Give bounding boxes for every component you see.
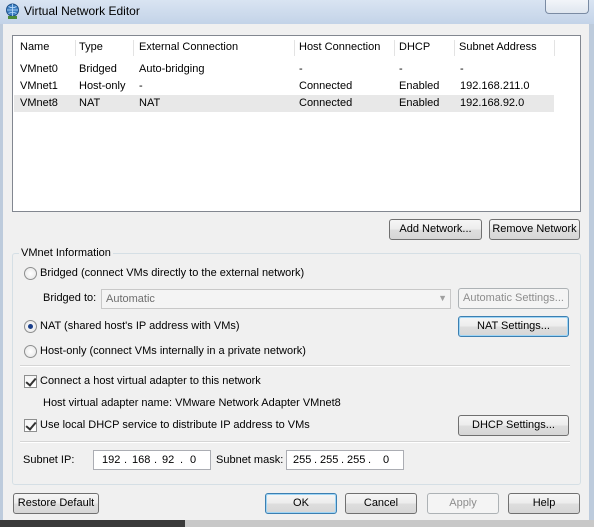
cell-external-connection: NAT bbox=[139, 97, 161, 109]
subnet-ip-octet-1: 192 bbox=[102, 454, 121, 466]
table-row-vmnet1[interactable]: VMnet1 Host-only - Connected Enabled 192… bbox=[14, 78, 554, 95]
cell-name: VMnet8 bbox=[20, 97, 58, 109]
bridged-to-select[interactable]: Automatic ▼ bbox=[101, 289, 451, 309]
column-header-external-connection[interactable]: External Connection bbox=[139, 41, 238, 55]
column-divider[interactable] bbox=[133, 40, 134, 56]
cell-dhcp: Enabled bbox=[399, 97, 440, 109]
add-network-button[interactable]: Add Network... bbox=[389, 219, 482, 240]
host-only-label[interactable]: Host-only (connect VMs internally in a p… bbox=[40, 345, 306, 357]
cancel-button[interactable]: Cancel bbox=[345, 493, 417, 514]
subnet-ip-octet-4: 0 bbox=[190, 454, 197, 466]
cell-dhcp: - bbox=[399, 63, 403, 75]
subnet-ip-octet-3: 92 bbox=[162, 454, 175, 466]
dhcp-settings-button[interactable]: DHCP Settings... bbox=[458, 415, 569, 436]
cell-subnet-address: - bbox=[460, 63, 464, 75]
ok-button[interactable]: OK bbox=[265, 493, 337, 514]
chevron-down-icon: ▼ bbox=[438, 293, 447, 303]
column-header-host-connection[interactable]: Host Connection bbox=[299, 41, 380, 55]
apply-button[interactable]: Apply bbox=[427, 493, 499, 514]
column-divider[interactable] bbox=[294, 40, 295, 56]
adapter-name-label: Host virtual adapter name: VMware Networ… bbox=[43, 397, 341, 409]
cell-host-connection: - bbox=[299, 63, 303, 75]
subnet-mask-octet-2: 255 bbox=[320, 454, 339, 466]
cell-external-connection: Auto-bridging bbox=[139, 63, 205, 75]
nat-radio[interactable] bbox=[24, 320, 37, 333]
restore-default-button[interactable]: Restore Default bbox=[13, 493, 99, 514]
network-list[interactable]: Name Type External Connection Host Conne… bbox=[12, 35, 581, 212]
window-title: Virtual Network Editor bbox=[24, 4, 140, 18]
remove-network-button[interactable]: Remove Network bbox=[489, 219, 580, 240]
dot: . bbox=[180, 454, 184, 466]
bridged-to-label: Bridged to: bbox=[43, 292, 97, 304]
subnet-ip-label: Subnet IP: bbox=[23, 454, 75, 466]
vmnet-information-label: VMnet Information bbox=[19, 247, 113, 259]
cell-external-connection: - bbox=[139, 80, 143, 92]
host-only-radio[interactable] bbox=[24, 345, 37, 358]
cell-subnet-address: 192.168.211.0 bbox=[460, 80, 530, 92]
dot: . bbox=[341, 454, 345, 466]
dot: . bbox=[314, 454, 318, 466]
column-header-name[interactable]: Name bbox=[20, 41, 49, 55]
cell-type: NAT bbox=[79, 97, 101, 109]
subnet-ip-field[interactable]: 192 . 168 . 92 . 0 bbox=[93, 450, 211, 470]
column-header-type[interactable]: Type bbox=[79, 41, 103, 55]
dhcp-label[interactable]: Use local DHCP service to distribute IP … bbox=[40, 419, 310, 431]
dhcp-checkbox[interactable] bbox=[24, 419, 37, 432]
taskbar-strip bbox=[0, 520, 594, 527]
title-bar: Virtual Network Editor bbox=[0, 0, 594, 24]
bridged-to-value: Automatic bbox=[106, 293, 155, 305]
cell-type: Host-only bbox=[79, 80, 126, 92]
dot: . bbox=[368, 454, 372, 466]
column-divider[interactable] bbox=[394, 40, 395, 56]
cell-subnet-address: 192.168.92.0 bbox=[460, 97, 525, 109]
network-globe-icon bbox=[6, 3, 19, 19]
nat-label[interactable]: NAT (shared host's IP address with VMs) bbox=[40, 320, 240, 332]
subnet-ip-octet-2: 168 bbox=[132, 454, 151, 466]
connect-adapter-label[interactable]: Connect a host virtual adapter to this n… bbox=[40, 375, 261, 387]
column-divider[interactable] bbox=[454, 40, 455, 56]
window-frame-left bbox=[0, 24, 3, 527]
nat-settings-button[interactable]: NAT Settings... bbox=[458, 316, 569, 337]
dot: . bbox=[154, 454, 158, 466]
help-button[interactable]: Help bbox=[508, 493, 580, 514]
subnet-mask-octet-1: 255 bbox=[293, 454, 312, 466]
automatic-settings-button[interactable]: Automatic Settings... bbox=[458, 288, 569, 309]
cell-host-connection: Connected bbox=[299, 97, 353, 109]
separator bbox=[20, 441, 570, 443]
separator bbox=[20, 365, 570, 367]
cell-host-connection: Connected bbox=[299, 80, 353, 92]
cell-type: Bridged bbox=[79, 63, 117, 75]
close-button[interactable] bbox=[545, 0, 589, 14]
subnet-mask-octet-4: 0 bbox=[383, 454, 390, 466]
bridged-label[interactable]: Bridged (connect VMs directly to the ext… bbox=[40, 267, 304, 279]
connect-adapter-checkbox[interactable] bbox=[24, 375, 37, 388]
window-frame-right bbox=[589, 24, 594, 527]
cell-name: VMnet1 bbox=[20, 80, 58, 92]
cell-dhcp: Enabled bbox=[399, 80, 440, 92]
table-row-vmnet0[interactable]: VMnet0 Bridged Auto-bridging - - - bbox=[14, 61, 554, 78]
taskbar-segment bbox=[185, 520, 594, 527]
dot: . bbox=[124, 454, 128, 466]
column-divider[interactable] bbox=[75, 40, 76, 56]
subnet-mask-octet-3: 255 bbox=[347, 454, 366, 466]
cell-name: VMnet0 bbox=[20, 63, 58, 75]
subnet-mask-label: Subnet mask: bbox=[216, 454, 284, 466]
column-divider[interactable] bbox=[554, 40, 555, 56]
table-row-vmnet8[interactable]: VMnet8 NAT NAT Connected Enabled 192.168… bbox=[14, 95, 554, 112]
column-header-dhcp[interactable]: DHCP bbox=[399, 41, 430, 55]
bridged-radio[interactable] bbox=[24, 267, 37, 280]
column-header-subnet-address[interactable]: Subnet Address bbox=[459, 41, 537, 55]
subnet-mask-field[interactable]: 255 . 255 . 255 . 0 bbox=[286, 450, 404, 470]
